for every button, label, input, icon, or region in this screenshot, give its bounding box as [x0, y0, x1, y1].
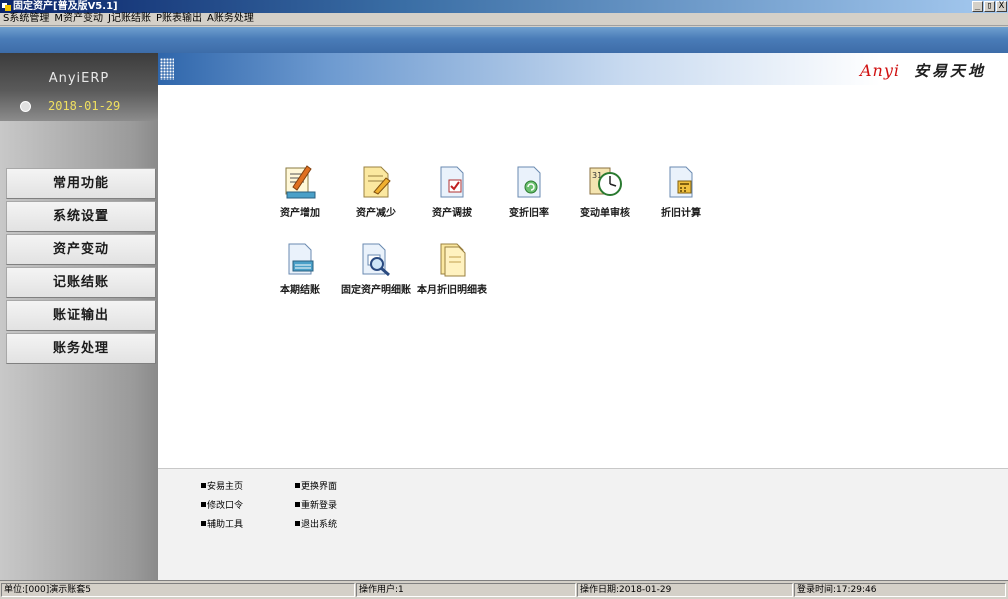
main-banner: Anyi 安易天地: [158, 53, 1008, 85]
status-login-time: 登录时间:17:29:46: [794, 583, 1006, 597]
nav-voucher-output[interactable]: 账证输出: [6, 300, 156, 331]
sidebar: AnyiERP 2018-01-29 常用功能 系统设置 资产变动 记账结账 账…: [0, 53, 158, 580]
func-label: 资产减少: [356, 208, 396, 219]
func-asset-add[interactable]: 资产增加: [261, 164, 339, 219]
func-change-review[interactable]: 31 变动单审核: [566, 164, 644, 219]
depreciation-rate-icon: [517, 166, 541, 198]
status-bar: 单位:[000]演示账套5 操作用户:1 操作日期:2018-01-29 登录时…: [0, 580, 1008, 599]
func-label: 变动单审核: [580, 208, 630, 219]
depreciation-calc-icon: [669, 166, 693, 198]
func-label: 资产增加: [280, 208, 320, 219]
func-label: 本期结账: [280, 285, 320, 296]
func-period-close[interactable]: 本期结账: [261, 241, 339, 296]
quick-link-exit[interactable]: 退出系统: [295, 517, 337, 530]
quick-link-tools[interactable]: 辅助工具: [201, 517, 243, 530]
clock-icon: [20, 101, 31, 112]
title-bar: 固定资产[普及版V5.1] _ ▯ X: [0, 0, 1008, 13]
quick-link-change-ui[interactable]: 更换界面: [295, 479, 337, 492]
quick-link-relogin[interactable]: 重新登录: [295, 498, 337, 511]
asset-reduce-icon: [363, 166, 391, 198]
window-title: 固定资产[普及版V5.1]: [13, 1, 118, 12]
menu-asset-change[interactable]: M资产变动: [51, 13, 105, 25]
func-label: 固定资产明细账: [341, 285, 411, 296]
company-logo: Anyi 安易天地: [860, 60, 986, 81]
func-monthly-depreciation[interactable]: 本月折旧明细表: [413, 241, 491, 296]
grip-handle: [160, 58, 174, 80]
menu-bookkeeping[interactable]: J记账结账: [105, 13, 153, 25]
sidebar-date: 2018-01-29: [48, 99, 121, 113]
func-label: 资产调拔: [432, 208, 472, 219]
asset-add-icon: [285, 165, 316, 199]
nav-bookkeeping[interactable]: 记账结账: [6, 267, 156, 298]
change-review-icon: 31: [589, 167, 622, 196]
toolbar-band: [0, 27, 1008, 53]
func-label: 折旧计算: [661, 208, 701, 219]
app-icon: [2, 3, 11, 11]
logo-chinese: 安易天地: [913, 62, 986, 80]
nav-accounting[interactable]: 账务处理: [6, 333, 156, 364]
brand-name: AnyiERP: [48, 71, 110, 86]
nav-asset-change[interactable]: 资产变动: [6, 234, 156, 265]
status-operator: 操作用户:1: [356, 583, 576, 597]
status-unit: 单位:[000]演示账套5: [1, 583, 355, 597]
func-asset-reduce[interactable]: 资产减少: [337, 164, 415, 219]
restore-button[interactable]: ▯: [984, 1, 995, 12]
nav-common-functions[interactable]: 常用功能: [6, 168, 156, 199]
menu-system[interactable]: S系统管理: [0, 13, 51, 25]
monthly-depreciation-icon: [440, 243, 466, 277]
logo-english: Anyi: [859, 61, 900, 80]
quick-link-change-password[interactable]: 修改口令: [201, 498, 243, 511]
nav-system-settings[interactable]: 系统设置: [6, 201, 156, 232]
minimize-button[interactable]: _: [972, 1, 983, 12]
period-close-icon: [288, 243, 314, 275]
func-asset-transfer[interactable]: 资产调拔: [413, 164, 491, 219]
func-label: 本月折旧明细表: [417, 285, 487, 296]
func-depreciation-rate[interactable]: 变折旧率: [490, 164, 568, 219]
quick-link-home[interactable]: 安易主页: [201, 479, 243, 492]
func-asset-ledger[interactable]: 固定资产明细账: [337, 241, 415, 296]
menu-bar: S系统管理 M资产变动 J记账结账 P账表输出 A账务处理: [0, 13, 1008, 26]
menu-report-output[interactable]: P账表输出: [153, 13, 204, 25]
close-button[interactable]: X: [996, 1, 1007, 12]
asset-transfer-icon: [440, 166, 464, 198]
menu-accounting[interactable]: A账务处理: [204, 13, 256, 25]
status-date: 操作日期:2018-01-29: [577, 583, 793, 597]
quick-links-panel: 安易主页 更换界面 修改口令 重新登录 辅助工具 退出系统: [158, 468, 1008, 580]
asset-ledger-icon: [362, 243, 390, 277]
func-label: 变折旧率: [509, 208, 549, 219]
main-panel: Anyi 安易天地 资产增加 资产减少 资产调拔 变折旧率 31 变动单审核 折…: [158, 53, 1008, 468]
func-depreciation-calc[interactable]: 折旧计算: [642, 164, 720, 219]
brand-panel: AnyiERP 2018-01-29: [0, 53, 158, 121]
